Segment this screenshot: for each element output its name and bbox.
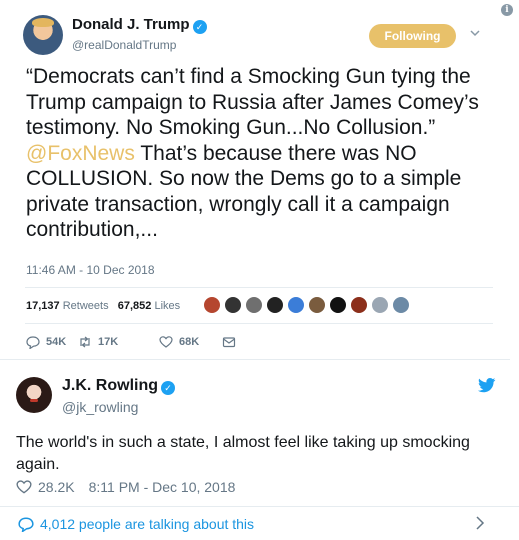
heart-icon[interactable]: [16, 479, 32, 495]
verified-badge-icon: ✓: [192, 20, 207, 34]
envelope-icon: [222, 337, 236, 348]
avatar[interactable]: [16, 377, 52, 413]
conversation-text: 4,012 people are talking about this: [40, 515, 255, 532]
liker-avatar[interactable]: [287, 296, 305, 314]
divider: [25, 323, 493, 324]
direct-message-button[interactable]: [222, 335, 236, 349]
reply-button[interactable]: 54K: [26, 335, 66, 349]
tweet-text: The world's in such a state, I almost fe…: [16, 434, 470, 473]
speech-bubble-icon: [18, 517, 34, 532]
liker-avatar[interactable]: [308, 296, 326, 314]
engagement-stats: 17,137 Retweets 67,852 Likes: [26, 300, 180, 312]
author-handle[interactable]: @jk_rowling: [62, 399, 138, 415]
tweet-timestamp[interactable]: 11:46 AM - 10 Dec 2018: [26, 263, 155, 277]
likes-stat[interactable]: 67,852 Likes: [118, 300, 180, 312]
tweet-meta: 28.2K 8:11 PM - Dec 10, 2018: [16, 479, 235, 495]
liker-avatar[interactable]: [350, 296, 368, 314]
like-count: 28.2K: [38, 479, 75, 495]
twitter-bird-icon[interactable]: [478, 378, 496, 393]
chevron-down-icon[interactable]: [470, 28, 480, 38]
retweets-stat[interactable]: 17,137 Retweets: [26, 300, 109, 312]
heart-icon: [159, 336, 173, 348]
avatar[interactable]: [23, 15, 63, 55]
liker-avatar[interactable]: [392, 296, 410, 314]
mention-link[interactable]: @FoxNews: [26, 142, 135, 165]
liker-avatar[interactable]: [203, 296, 221, 314]
tweet-text: “Democrats can’t find a Smocking Gun tyi…: [26, 65, 479, 241]
liker-avatar[interactable]: [224, 296, 242, 314]
embedded-tweet-trump: Donald J. Trump ✓ @realDonaldTrump Follow…: [0, 0, 510, 360]
liker-avatar[interactable]: [371, 296, 389, 314]
conversation-link[interactable]: 4,012 people are talking about this: [0, 506, 519, 540]
tweet-timestamp[interactable]: 8:11 PM - Dec 10, 2018: [89, 479, 236, 495]
liker-avatar[interactable]: [245, 296, 263, 314]
author-handle[interactable]: @realDonaldTrump: [72, 38, 176, 52]
retweet-count: 17K: [98, 336, 119, 348]
like-button[interactable]: 68K: [159, 335, 199, 349]
author-name[interactable]: J.K. Rowling ✓: [62, 377, 175, 395]
tweet-rowling: J.K. Rowling ✓ @jk_rowling The world's in…: [0, 360, 519, 540]
reply-icon: [26, 336, 40, 349]
retweet-button[interactable]: 17K: [78, 335, 118, 349]
like-count: 68K: [179, 336, 200, 348]
author-name[interactable]: Donald J. Trump ✓: [72, 16, 207, 34]
chevron-right-icon[interactable]: [475, 516, 485, 530]
divider: [25, 287, 493, 288]
following-button[interactable]: Following: [369, 24, 456, 48]
liker-avatar[interactable]: [329, 296, 347, 314]
retweet-icon: [80, 336, 90, 348]
reply-count: 54K: [46, 336, 67, 348]
verified-badge-icon: ✓: [161, 381, 175, 395]
liker-avatar[interactable]: [266, 296, 284, 314]
